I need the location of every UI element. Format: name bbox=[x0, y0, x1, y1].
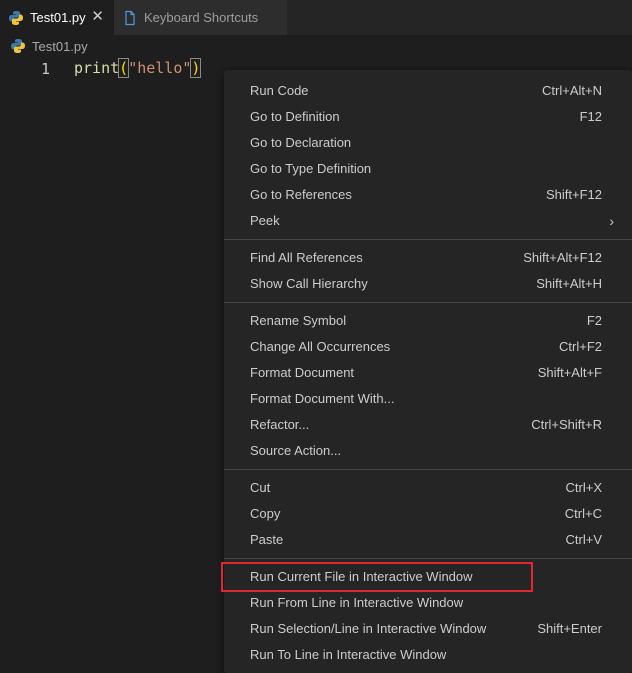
menu-item-label: Find All References bbox=[250, 250, 363, 265]
menu-item-refactor[interactable]: Refactor... Ctrl+Shift+R bbox=[224, 412, 632, 438]
menu-item-go-to-definition[interactable]: Go to Definition F12 bbox=[224, 104, 632, 130]
breadcrumb-file[interactable]: Test01.py bbox=[32, 39, 88, 54]
menu-item-shortcut: Shift+Alt+F bbox=[537, 365, 602, 380]
line-number: 1 bbox=[40, 60, 50, 78]
menu-item-find-all-references[interactable]: Find All References Shift+Alt+F12 bbox=[224, 245, 632, 271]
menu-item-shortcut: F12 bbox=[579, 109, 602, 124]
menu-item-label: Format Document bbox=[250, 365, 355, 380]
menu-item-label: Run Code bbox=[250, 83, 309, 98]
menu-item-shortcut: Ctrl+C bbox=[564, 506, 602, 521]
menu-item-shortcut: Ctrl+Alt+N bbox=[542, 83, 602, 98]
code-text[interactable]: print("hello") bbox=[74, 58, 202, 78]
menu-item-label: Paste bbox=[250, 532, 284, 547]
chevron-right-icon: › bbox=[609, 213, 614, 229]
menu-item-run-to-line-in-interactive-window[interactable]: Run To Line in Interactive Window bbox=[224, 642, 632, 668]
menu-item-shortcut: Shift+F12 bbox=[545, 187, 602, 202]
document-icon bbox=[125, 10, 135, 25]
menu-item-change-all-occurrences[interactable]: Change All Occurrences Ctrl+F2 bbox=[224, 334, 632, 360]
menu-item-label: Go to Declaration bbox=[250, 135, 352, 150]
tab-test01[interactable]: Test01.py ✕ bbox=[0, 0, 114, 35]
menu-item-paste[interactable]: Paste Ctrl+V bbox=[224, 527, 632, 553]
menu-item-label: Go to References bbox=[250, 187, 352, 202]
menu-item-rename-symbol[interactable]: Rename Symbol F2 bbox=[224, 308, 632, 334]
python-icon bbox=[9, 10, 23, 25]
code-function: print bbox=[74, 59, 120, 77]
menu-separator bbox=[224, 302, 632, 303]
menu-item-run-current-file-in-interactive-window[interactable]: Run Current File in Interactive Window bbox=[221, 562, 632, 592]
menu-item-label: Refactor... bbox=[250, 417, 310, 432]
menu-item-label: Run To Line in Interactive Window bbox=[250, 647, 447, 662]
menu-item-label: Copy bbox=[250, 506, 281, 521]
menu-item-label: Go to Definition bbox=[250, 109, 340, 124]
menu-item-label: Run Current File in Interactive Window bbox=[250, 569, 473, 584]
menu-item-cut[interactable]: Cut Ctrl+X bbox=[224, 475, 632, 501]
menu-item-format-document[interactable]: Format Document Shift+Alt+F bbox=[224, 360, 632, 386]
menu-item-go-to-type-definition[interactable]: Go to Type Definition bbox=[224, 156, 632, 182]
menu-item-source-action[interactable]: Source Action... bbox=[224, 438, 632, 464]
context-menu: Run Code Ctrl+Alt+N Go to Definition F12 Go … bbox=[221, 70, 632, 673]
menu-separator bbox=[224, 469, 632, 470]
menu-item-label: Run Selection/Line in Interactive Window bbox=[250, 621, 487, 636]
menu-item-peek[interactable]: Peek › bbox=[224, 208, 632, 234]
code-bracket-close: ) bbox=[190, 58, 202, 78]
menu-item-shortcut: Ctrl+V bbox=[565, 532, 602, 547]
tab-label: Test01.py bbox=[30, 10, 86, 25]
menu-item-label: Rename Symbol bbox=[250, 313, 347, 328]
menu-item-label: Change All Occurrences bbox=[250, 339, 391, 354]
python-icon bbox=[11, 39, 25, 53]
menu-item-go-to-references[interactable]: Go to References Shift+F12 bbox=[224, 182, 632, 208]
menu-item-shortcut: Shift+Enter bbox=[537, 621, 602, 636]
menu-separator bbox=[224, 558, 632, 559]
menu-item-label: Format Document With... bbox=[250, 391, 395, 406]
menu-item-run-selection-line-in-interactive-window[interactable]: Run Selection/Line in Interactive Window… bbox=[224, 616, 632, 642]
menu-item-shortcut: Ctrl+Shift+R bbox=[531, 417, 602, 432]
menu-item-shortcut: Ctrl+X bbox=[565, 480, 602, 495]
menu-item-label: Cut bbox=[250, 480, 271, 495]
tab-bar: Test01.py ✕ Keyboard Shortcuts bbox=[0, 0, 632, 35]
menu-item-label: Source Action... bbox=[250, 443, 342, 458]
menu-item-label: Peek bbox=[250, 213, 280, 228]
menu-item-label: Go to Type Definition bbox=[250, 161, 372, 176]
menu-item-show-call-hierarchy[interactable]: Show Call Hierarchy Shift+Alt+H bbox=[224, 271, 632, 297]
menu-item-label: Show Call Hierarchy bbox=[250, 276, 368, 291]
menu-item-shortcut: Shift+Alt+H bbox=[536, 276, 602, 291]
menu-item-run-code[interactable]: Run Code Ctrl+Alt+N bbox=[224, 78, 632, 104]
close-icon[interactable]: ✕ bbox=[91, 9, 104, 25]
menu-item-copy[interactable]: Copy Ctrl+C bbox=[224, 501, 632, 527]
code-string: "hello" bbox=[128, 59, 192, 77]
tab-keyboard-shortcuts[interactable]: Keyboard Shortcuts bbox=[114, 0, 287, 35]
breadcrumb[interactable]: Test01.py bbox=[0, 35, 632, 57]
menu-separator bbox=[224, 239, 632, 240]
menu-item-label: Run From Line in Interactive Window bbox=[250, 595, 464, 610]
tab-label: Keyboard Shortcuts bbox=[144, 10, 259, 25]
menu-item-run-from-line-in-interactive-window[interactable]: Run From Line in Interactive Window bbox=[224, 590, 632, 616]
menu-item-shortcut: F2 bbox=[586, 313, 602, 328]
menu-item-shortcut: Shift+Alt+F12 bbox=[523, 250, 602, 265]
menu-item-go-to-declaration[interactable]: Go to Declaration bbox=[224, 130, 632, 156]
code-bracket-open: ( bbox=[118, 58, 130, 78]
menu-item-shortcut: Ctrl+F2 bbox=[559, 339, 602, 354]
menu-item-format-document-with[interactable]: Format Document With... bbox=[224, 386, 632, 412]
